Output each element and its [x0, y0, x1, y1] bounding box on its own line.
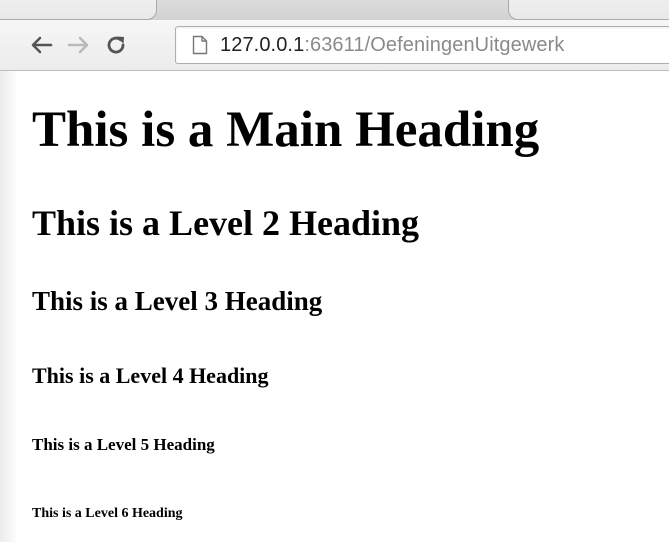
address-host: 127.0.0.1: [220, 33, 305, 56]
level-6-heading: This is a Level 6 Heading: [32, 506, 183, 521]
tab-right[interactable]: [508, 0, 669, 20]
browser-window: 127.0.0.1:63611/OefeningenUitgewerk This…: [0, 0, 669, 542]
forward-button[interactable]: [64, 30, 94, 60]
tab-left[interactable]: [0, 0, 157, 20]
level-5-heading: This is a Level 5 Heading: [32, 435, 215, 454]
browser-toolbar: 127.0.0.1:63611/OefeningenUitgewerk: [0, 20, 669, 71]
back-arrow-icon: [31, 36, 53, 54]
page-icon: [192, 35, 208, 55]
reload-button[interactable]: [101, 30, 131, 60]
tab-strip: [0, 0, 669, 20]
window-shadow: [0, 71, 17, 542]
forward-arrow-icon: [67, 36, 89, 54]
address-path: :63611/OefeningenUitgewerk: [304, 33, 565, 56]
page-content: This is a Main Heading This is a Level 2…: [32, 71, 662, 542]
main-heading: This is a Main Heading: [32, 102, 540, 158]
level-2-heading: This is a Level 2 Heading: [32, 203, 420, 243]
address-bar[interactable]: 127.0.0.1:63611/OefeningenUitgewerk: [175, 26, 669, 64]
level-3-heading: This is a Level 3 Heading: [32, 286, 323, 316]
reload-icon: [107, 36, 125, 54]
level-4-heading: This is a Level 4 Heading: [32, 363, 269, 388]
back-button[interactable]: [26, 30, 56, 60]
address-url: 127.0.0.1:63611/OefeningenUitgewerk: [220, 34, 565, 57]
